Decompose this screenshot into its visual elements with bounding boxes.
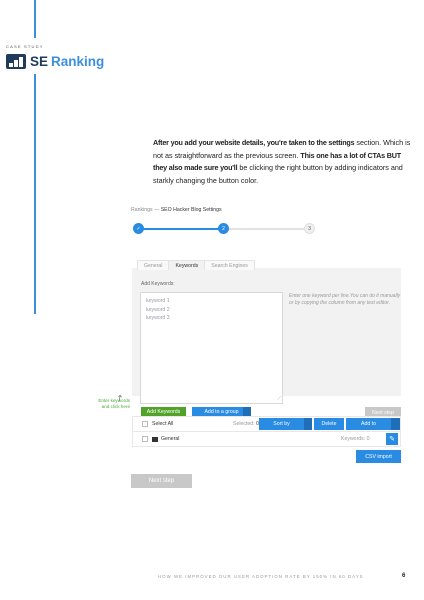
bar-chart-icon <box>6 54 26 69</box>
logo-text-se: SE <box>30 54 49 69</box>
select-all-label[interactable]: Select All <box>152 421 173 427</box>
decorative-line-middle <box>34 74 36 314</box>
tab-keywords[interactable]: Keywords <box>168 260 206 270</box>
group-checkbox[interactable] <box>142 436 148 442</box>
breadcrumb-root[interactable]: Rankings — <box>131 207 159 213</box>
annotation-callout: Enter keywords and click here <box>76 398 130 410</box>
keyword-placeholder-2: keyword 2 <box>146 306 170 313</box>
footer-title: HOW WE IMPROVED OUR USER ADOPTION RATE B… <box>158 574 364 579</box>
add-to-button[interactable]: Add to <box>346 418 391 430</box>
keywords-textarea[interactable]: keyword 1 keyword 2 keyword 3 ⟋ <box>140 292 283 404</box>
keyword-placeholder-1: keyword 1 <box>146 298 170 304</box>
select-all-checkbox[interactable] <box>142 421 148 427</box>
keywords-count-label: Keywords: <box>341 436 366 442</box>
next-step-button[interactable]: Next step <box>131 474 192 488</box>
sort-by-button[interactable]: Sort by <box>259 418 304 430</box>
selected-label: Selected: <box>233 421 255 427</box>
case-study-label: CASE STUDY <box>6 44 44 49</box>
add-to-dropdown-icon[interactable] <box>391 418 400 430</box>
se-ranking-logo: SE Ranking <box>6 54 104 69</box>
keywords-count: Keywords: 0 <box>341 436 370 442</box>
logo-text-ranking: Ranking <box>51 54 105 69</box>
tab-search-engines[interactable]: Search Engines <box>204 260 255 270</box>
add-to-group-label: Add to a group <box>204 409 239 415</box>
progress-line-pending <box>223 228 310 230</box>
edit-pencil-icon[interactable]: ✎ <box>386 433 398 445</box>
step-1-check-icon: ✓ <box>133 223 144 234</box>
progress-line-done <box>139 228 223 230</box>
step-3: 3 <box>304 223 315 234</box>
breadcrumb: Rankings — SEO Hacker Blog Settings <box>131 207 222 213</box>
settings-tabs: General Keywords Search Engines <box>137 260 255 270</box>
csv-import-button[interactable]: CSV import <box>356 450 401 463</box>
add-keywords-label: Add Keywords: <box>141 281 175 287</box>
group-name: General <box>161 436 180 442</box>
keywords-hint: Enter one keyword per line.You can do it… <box>289 293 401 306</box>
keyword-placeholder-3: keyword 3 <box>146 315 170 321</box>
tab-general[interactable]: General <box>137 260 170 270</box>
step-2: 2 <box>218 223 229 234</box>
delete-button[interactable]: Delete <box>314 418 344 430</box>
annotation-line-2: and click here <box>101 404 130 409</box>
paragraph-bold-1: After you add your website details, you'… <box>153 138 355 147</box>
page-number: 6 <box>402 573 406 579</box>
keywords-count-value: 0 <box>366 436 370 442</box>
folder-icon <box>152 437 158 442</box>
body-paragraph: After you add your website details, you'… <box>153 137 411 187</box>
list-item: General Keywords: 0 ✎ <box>132 431 401 447</box>
keywords-toolbar: Select All Selected: 0 Sort by Delete Ad… <box>132 416 401 432</box>
breadcrumb-current: SEO Hacker Blog Settings <box>160 207 222 213</box>
resize-handle-icon[interactable]: ⟋ <box>277 396 281 402</box>
sort-dropdown-icon[interactable] <box>304 418 312 430</box>
decorative-line-top <box>34 0 36 38</box>
selected-count: Selected: 0 <box>233 421 259 427</box>
